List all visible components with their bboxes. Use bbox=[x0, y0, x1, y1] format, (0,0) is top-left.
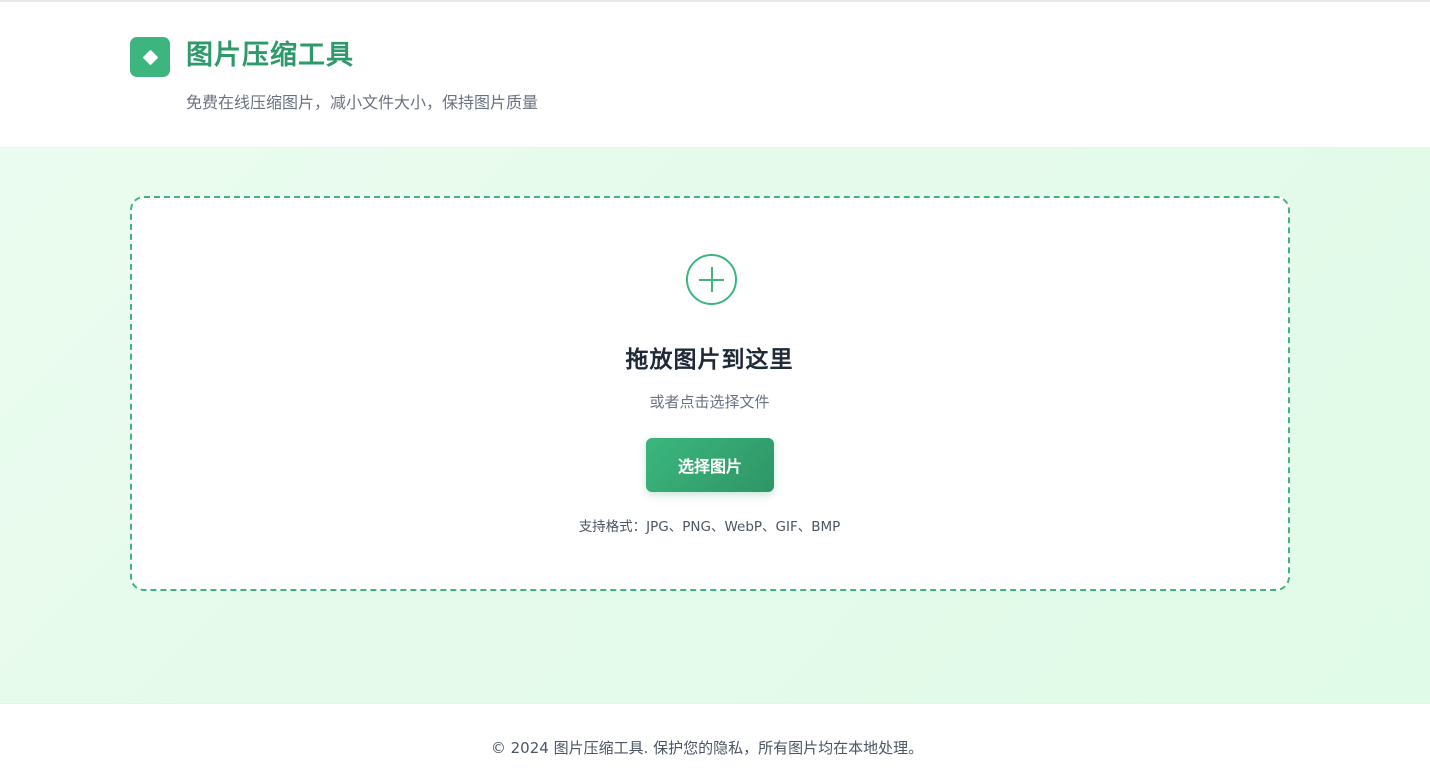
dropzone-hint: 或者点击选择文件 bbox=[649, 393, 770, 411]
select-image-button[interactable]: 选择图片 bbox=[646, 438, 774, 492]
app-header: 图片压缩工具 免费在线压缩图片，减小文件大小，保持图片质量 bbox=[0, 2, 1430, 148]
upload-dropzone[interactable]: 拖放图片到这里 或者点击选择文件 选择图片 支持格式：JPG、PNG、WebP、… bbox=[130, 196, 1290, 591]
footer-copyright: © 2024 图片压缩工具. 保护您的隐私，所有图片均在本地处理。 bbox=[490, 739, 924, 757]
plus-circle-icon[interactable] bbox=[686, 254, 737, 305]
dropzone-title: 拖放图片到这里 bbox=[625, 347, 794, 373]
main-area: 拖放图片到这里 或者点击选择文件 选择图片 支持格式：JPG、PNG、WebP、… bbox=[0, 148, 1430, 703]
page-footer: © 2024 图片压缩工具. 保护您的隐私，所有图片均在本地处理。 bbox=[0, 703, 1430, 776]
supported-formats: 支持格式：JPG、PNG、WebP、GIF、BMP bbox=[578, 519, 841, 535]
page-subtitle: 免费在线压缩图片，减小文件大小，保持图片质量 bbox=[186, 93, 539, 112]
diamond-icon bbox=[142, 49, 158, 65]
page-title: 图片压缩工具 bbox=[186, 40, 354, 71]
logo bbox=[130, 37, 170, 77]
